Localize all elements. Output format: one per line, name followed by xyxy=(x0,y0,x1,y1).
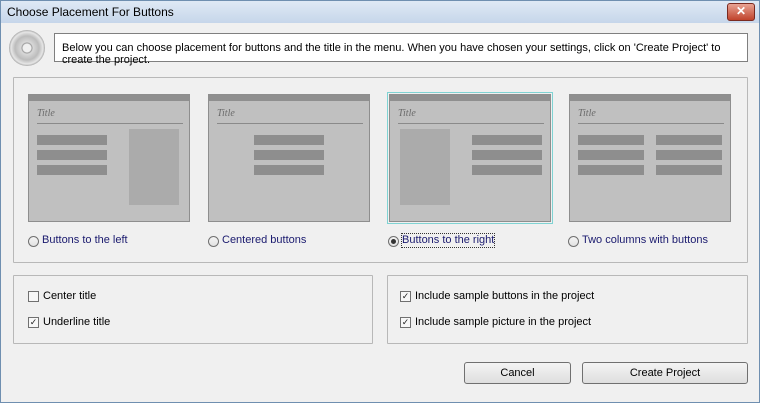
title-options-group xyxy=(13,275,373,344)
preview-button xyxy=(578,165,644,175)
close-button[interactable]: ✕ xyxy=(727,3,755,21)
checkbox-label[interactable]: Center title xyxy=(43,290,96,303)
preview-button xyxy=(37,150,107,160)
radio-label[interactable]: Buttons to the right xyxy=(400,233,496,248)
preview-button xyxy=(472,150,542,160)
preview-buttons-left[interactable]: Title xyxy=(28,94,190,222)
radio-label[interactable]: Centered buttons xyxy=(222,234,306,247)
preview-titlebar xyxy=(570,95,730,101)
checkbox-box[interactable]: ✓ xyxy=(400,317,411,328)
checkbox-label[interactable]: Include sample picture in the project xyxy=(415,316,591,329)
cd-disc-icon xyxy=(9,30,45,66)
dialog-window: Choose Placement For Buttons ✕ Below you… xyxy=(0,0,760,403)
preview-button xyxy=(254,165,324,175)
close-icon: ✕ xyxy=(735,4,747,18)
preview-titlebar xyxy=(29,95,189,101)
preview-picture xyxy=(129,129,179,205)
checkbox-label[interactable]: Include sample buttons in the project xyxy=(415,290,594,303)
preview-title: Title xyxy=(398,108,416,119)
preview-underline xyxy=(398,123,544,124)
checkbox-label[interactable]: Underline title xyxy=(43,316,110,329)
cancel-button[interactable]: Cancel xyxy=(464,362,571,384)
preview-button xyxy=(472,165,542,175)
checkbox-box[interactable]: ✓ xyxy=(28,317,39,328)
preview-underline xyxy=(578,123,724,124)
preview-button xyxy=(37,165,107,175)
radio-indicator[interactable] xyxy=(28,236,39,247)
preview-button xyxy=(254,135,324,145)
preview-button xyxy=(254,150,324,160)
preview-buttons-right[interactable]: Title xyxy=(387,92,553,224)
info-box: Below you can choose placement for butto… xyxy=(54,33,748,66)
preview-button xyxy=(656,135,722,145)
radio-label[interactable]: Buttons to the left xyxy=(42,234,128,247)
preview-titlebar xyxy=(390,95,550,101)
radio-indicator[interactable] xyxy=(568,236,579,247)
radio-indicator[interactable] xyxy=(388,236,399,247)
radio-label[interactable]: Two columns with buttons xyxy=(582,234,708,247)
preview-button xyxy=(37,135,107,145)
info-text: Below you can choose placement for butto… xyxy=(62,42,721,66)
preview-title: Title xyxy=(37,108,55,119)
checkbox-box[interactable]: ✓ xyxy=(400,291,411,302)
preview-button xyxy=(656,150,722,160)
preview-titlebar xyxy=(209,95,369,101)
create-project-button[interactable]: Create Project xyxy=(582,362,748,384)
preview-underline xyxy=(217,123,363,124)
preview-button xyxy=(578,135,644,145)
preview-button xyxy=(578,150,644,160)
title-bar[interactable]: Choose Placement For Buttons ✕ xyxy=(1,1,759,23)
sample-options-group xyxy=(387,275,748,344)
preview-title: Title xyxy=(578,108,596,119)
preview-title: Title xyxy=(217,108,235,119)
preview-picture xyxy=(400,129,450,205)
preview-button xyxy=(472,135,542,145)
preview-underline xyxy=(37,123,183,124)
preview-centered[interactable]: Title xyxy=(208,94,370,222)
radio-indicator[interactable] xyxy=(208,236,219,247)
preview-two-columns[interactable]: Title xyxy=(569,94,731,222)
checkbox-box[interactable] xyxy=(28,291,39,302)
preview-button xyxy=(656,165,722,175)
window-title: Choose Placement For Buttons xyxy=(7,5,174,19)
